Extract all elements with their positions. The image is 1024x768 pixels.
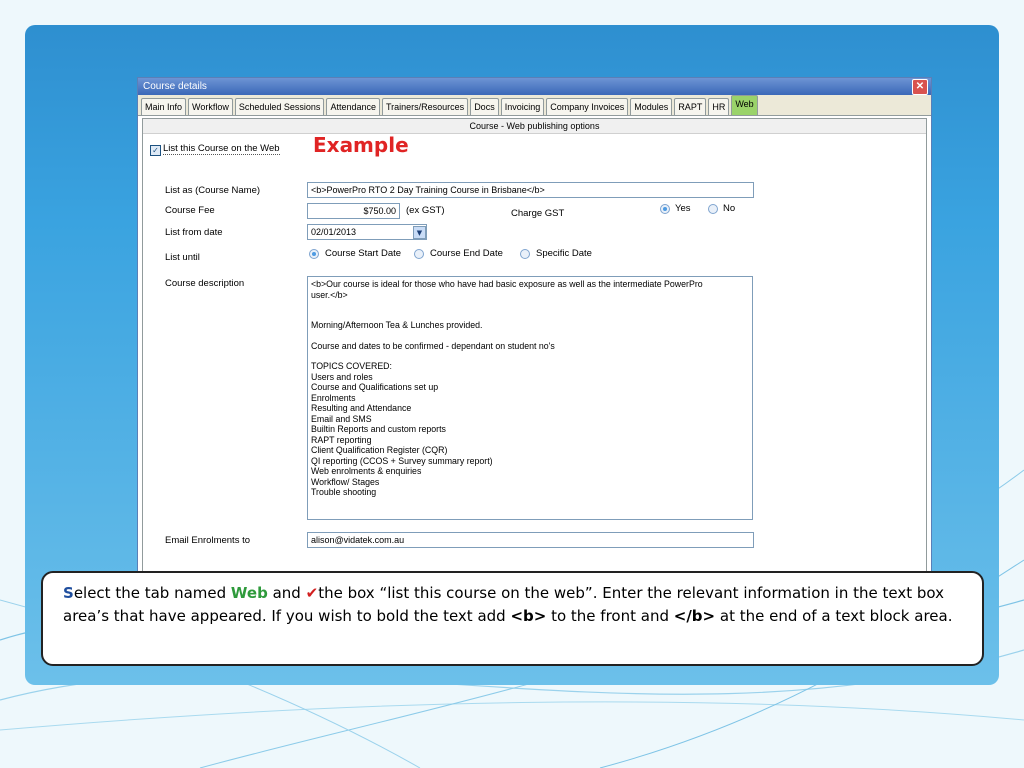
tab-rapt[interactable]: RAPT <box>674 98 707 115</box>
callout-web-word: Web <box>230 584 268 602</box>
callout-tag-open: <b> <box>510 607 547 625</box>
tab-attendance[interactable]: Attendance <box>326 98 380 115</box>
tab-company-invoices[interactable]: Company Invoices <box>546 98 629 115</box>
list-from-label: List from date <box>165 227 223 238</box>
gst-no-radio[interactable] <box>708 204 718 214</box>
tab-main-info[interactable]: Main Info <box>141 98 187 115</box>
course-details-window: Course details ✕ Main Info Workflow Sche… <box>137 77 932 587</box>
description-line: Morning/Afternoon Tea & Lunches provided… <box>311 320 483 330</box>
example-label: Example <box>313 133 409 157</box>
course-description-textarea[interactable]: <b>Our course is ideal for those who hav… <box>307 276 753 520</box>
gst-yes-label: Yes <box>675 203 691 214</box>
fee-note: (ex GST) <box>406 205 445 216</box>
tab-scheduled-sessions[interactable]: Scheduled Sessions <box>234 98 325 115</box>
callout-tag-close: </b> <box>673 607 716 625</box>
tab-workflow[interactable]: Workflow <box>188 98 233 115</box>
window-titlebar: Course details ✕ <box>138 78 931 95</box>
description-line: Email and SMS <box>311 413 372 424</box>
close-icon[interactable]: ✕ <box>912 79 928 95</box>
description-line: user.</b> <box>311 289 348 300</box>
list-on-web-label[interactable]: List this Course on the Web <box>163 143 280 155</box>
description-line: TOPICS COVERED: <box>311 361 392 371</box>
instruction-callout: Select the tab named Web and ✔the box “l… <box>41 571 984 666</box>
tab-web[interactable]: Web <box>731 95 758 115</box>
tab-trainers-resources[interactable]: Trainers/Resources <box>381 98 469 115</box>
description-line: <b>Our course is ideal for those who hav… <box>311 279 703 289</box>
tab-modules[interactable]: Modules <box>630 98 673 115</box>
until-start-label: Course Start Date <box>325 248 402 259</box>
tab-invoicing[interactable]: Invoicing <box>500 98 545 115</box>
description-line: Web enrolments & enquiries <box>311 466 422 476</box>
until-start-radio[interactable] <box>309 249 319 259</box>
list-as-label: List as (Course Name) <box>165 185 261 196</box>
callout-first-letter: S <box>63 584 74 602</box>
list-until-label: List until <box>165 252 200 263</box>
callout-text: and <box>267 584 306 602</box>
description-line: Enrolments <box>311 392 356 403</box>
callout-text: elect the tab named <box>73 584 231 602</box>
window-title: Course details <box>143 81 207 92</box>
charge-gst-label: Charge GST <box>511 208 565 219</box>
email-enrolments-label: Email Enrolments to <box>165 535 251 546</box>
list-as-input[interactable]: <b>PowerPro RTO 2 Day Training Course in… <box>307 182 754 198</box>
list-from-date-input[interactable]: 02/01/2013 <box>307 224 427 240</box>
course-fee-label: Course Fee <box>165 205 215 216</box>
until-end-label: Course End Date <box>430 248 503 259</box>
description-line: QI reporting (CCOS + Survey summary repo… <box>311 455 493 466</box>
tab-docs[interactable]: Docs <box>470 98 499 115</box>
description-line: Client Qualification Register (CQR) <box>311 445 448 455</box>
tab-hr[interactable]: HR <box>708 98 730 115</box>
description-label: Course description <box>165 278 245 289</box>
until-end-radio[interactable] <box>414 249 424 259</box>
description-line: Trouble shooting <box>311 487 377 497</box>
callout-text: to the front and <box>546 607 674 625</box>
description-line: Builtin Reports and custom reports <box>311 424 446 434</box>
description-line: RAPT reporting <box>311 434 372 445</box>
gst-no-label: No <box>723 203 736 214</box>
chevron-down-icon[interactable]: ▼ <box>413 226 426 239</box>
description-line: Resulting and Attendance <box>311 403 412 413</box>
gst-yes-radio[interactable] <box>660 204 670 214</box>
course-fee-input[interactable]: $750.00 <box>307 203 400 219</box>
check-icon: ✔ <box>305 584 319 602</box>
tab-strip: Main Info Workflow Scheduled Sessions At… <box>138 95 931 116</box>
description-line: Users and roles <box>311 371 373 382</box>
list-on-web-checkbox[interactable]: ✓ <box>150 145 161 156</box>
description-line: Workflow/ Stages <box>311 476 380 487</box>
until-specific-label: Specific Date <box>536 248 592 259</box>
description-line: Course and Qualifications set up <box>311 382 439 392</box>
web-publishing-panel: Course - Web publishing options ✓ List t… <box>142 118 927 582</box>
callout-text: at the end of a text block area. <box>715 607 953 625</box>
description-line: Course and dates to be confirmed - depen… <box>311 340 555 351</box>
panel-header: Course - Web publishing options <box>143 119 926 134</box>
email-enrolments-input[interactable]: alison@vidatek.com.au <box>307 532 754 548</box>
until-specific-radio[interactable] <box>520 249 530 259</box>
